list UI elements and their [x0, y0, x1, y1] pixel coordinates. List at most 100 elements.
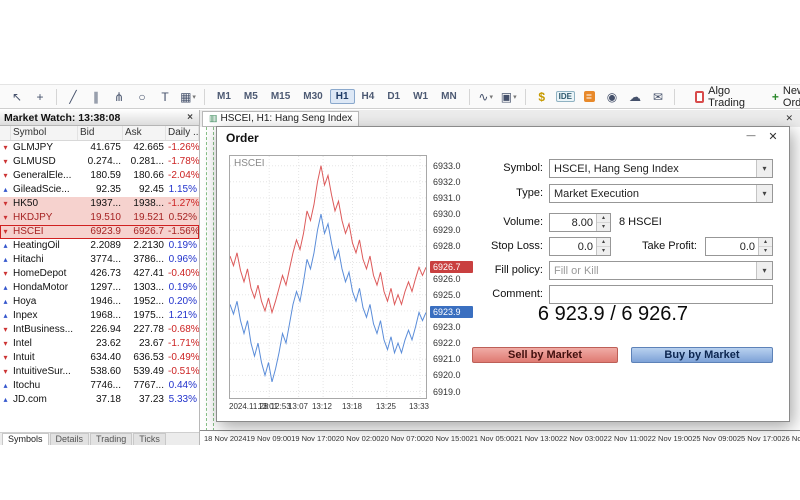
- market-watch-tab-details[interactable]: Details: [49, 433, 90, 445]
- bid-value: 1968...: [90, 310, 121, 321]
- bid-value: 226.94: [90, 324, 121, 335]
- column-header-ask[interactable]: Ask: [123, 126, 166, 140]
- indicators-icon[interactable]: ∿ ▾: [475, 87, 497, 107]
- market-watch-row-itochu[interactable]: ▴ Itochu 7746... 7767... 0.44%: [0, 379, 199, 393]
- market-watch-row-hkdjpy[interactable]: ▾ HKDJPY 19.510 19.521 0.52%: [0, 211, 199, 225]
- market-watch-row-hscei[interactable]: ▾ HSCEI 6923.9 6926.7 -1.56%: [0, 225, 199, 239]
- market-watch-row-hondamotor[interactable]: ▴ HondaMotor 1297... 1303... 0.19%: [0, 281, 199, 295]
- market-watch-row-intuit[interactable]: ▾ Intuit 634.40 636.53 -0.49%: [0, 351, 199, 365]
- market-watch-row-inpex[interactable]: ▴ Inpex 1968... 1975... 1.21%: [0, 309, 199, 323]
- shapes-icon[interactable]: ○: [131, 87, 153, 107]
- buy-by-market-button[interactable]: Buy by Market: [631, 347, 773, 363]
- objects-grid-icon[interactable]: ▦ ▾: [177, 87, 199, 107]
- comment-input[interactable]: [549, 285, 773, 304]
- spin-up-icon: ▴: [597, 214, 610, 223]
- market-watch-row-gileadscie[interactable]: ▴ GileadScie... 92.35 92.45 1.15%: [0, 183, 199, 197]
- symbol-name: Intel: [13, 338, 32, 349]
- sell-by-market-button[interactable]: Sell by Market: [472, 347, 618, 363]
- tick-up-icon: ▴: [3, 311, 8, 320]
- timeframe-m5[interactable]: M5: [238, 89, 264, 104]
- pitchfork-icon[interactable]: ⋔: [108, 87, 130, 107]
- fill-policy-select[interactable]: Fill or Kill ▾: [549, 261, 773, 280]
- close-icon[interactable]: ✕: [765, 130, 781, 143]
- take-profit-spinner[interactable]: ▴ ▾: [758, 238, 772, 255]
- tick-chart-symbol-label: HSCEI: [234, 158, 265, 169]
- new-order-button[interactable]: + New Order: [764, 82, 800, 112]
- market-watch-row-glmusd[interactable]: ▾ GLMUSD 0.274... 0.281... -1.78%: [0, 155, 199, 169]
- market-icon[interactable]: $: [531, 87, 553, 107]
- column-header-symbol[interactable]: Symbol: [11, 126, 78, 140]
- timeframe-m30[interactable]: M30: [297, 89, 328, 104]
- trendline-icon[interactable]: ╱: [62, 87, 84, 107]
- market-watch-row-heatingoil[interactable]: ▴ HeatingOil 2.2089 2.2130 0.19%: [0, 239, 199, 253]
- price-axis-label: 6919.0: [433, 387, 461, 397]
- timeframe-mn[interactable]: MN: [435, 89, 463, 104]
- ide-icon: IDE: [555, 91, 576, 102]
- tick-down-icon: ▾: [3, 143, 8, 152]
- chevron-down-icon[interactable]: ▾: [756, 160, 772, 177]
- close-icon[interactable]: ×: [185, 112, 195, 123]
- order-type-select[interactable]: Market Execution ▾: [549, 184, 773, 203]
- chevron-down-icon[interactable]: ▾: [756, 185, 772, 202]
- volume-spinner[interactable]: ▴ ▾: [596, 214, 610, 231]
- tick-time-label: 13:12: [311, 402, 333, 411]
- timeframe-m1[interactable]: M1: [211, 89, 237, 104]
- timeframe-h4[interactable]: H4: [356, 89, 381, 104]
- symbol-name: GLMUSD: [13, 156, 56, 167]
- timeframe-h1[interactable]: H1: [329, 89, 355, 104]
- market-watch-row-generalele[interactable]: ▾ GeneralEle... 180.59 180.66 -2.04%: [0, 169, 199, 183]
- algo-trading-toggle[interactable]: Algo Trading: [687, 82, 756, 112]
- volume-input[interactable]: 8.00 ▴ ▾: [549, 213, 611, 232]
- chevron-down-icon: ▾: [192, 93, 196, 101]
- column-header-daily[interactable]: Daily ...: [166, 126, 199, 140]
- timeframe-m15[interactable]: M15: [265, 89, 296, 104]
- take-profit-label: Take Profit:: [641, 240, 697, 252]
- market-watch-tab-ticks[interactable]: Ticks: [133, 433, 166, 445]
- market-watch-row-intuitivesur[interactable]: ▾ IntuitiveSur... 538.60 539.49 -0.51%: [0, 365, 199, 379]
- market-watch-row-jdcom[interactable]: ▴ JD.com 37.18 37.23 5.33%: [0, 393, 199, 407]
- market-watch-tab-trading[interactable]: Trading: [90, 433, 133, 445]
- cursor-icon[interactable]: ↖: [6, 87, 28, 107]
- market-watch-row-intbusiness[interactable]: ▾ IntBusiness... 226.94 227.78 -0.68%: [0, 323, 199, 337]
- time-axis-label: 19 Nov 09:00: [246, 433, 292, 443]
- market-watch-row-hk50[interactable]: ▾ HK50 1937... 1938... -1.27%: [0, 197, 199, 211]
- market-watch-tab-symbols[interactable]: Symbols: [2, 433, 49, 445]
- channel-icon[interactable]: ∥: [85, 87, 107, 107]
- time-axis-label: 18 Nov 2024: [204, 433, 247, 443]
- order-dialog-titlebar[interactable]: Order: [217, 127, 789, 149]
- symbol-select[interactable]: HSCEI, Hang Seng Index ▾: [549, 159, 773, 178]
- market-watch-row-homedepot[interactable]: ▾ HomeDepot 426.73 427.41 -0.40%: [0, 267, 199, 281]
- market-watch-row-hitachi[interactable]: ▴ Hitachi 3774... 3786... 0.96%: [0, 253, 199, 267]
- market-watch-row-glmjpy[interactable]: ▾ GLMJPY 41.675 42.665 -1.26%: [0, 141, 199, 155]
- chevron-down-icon[interactable]: ▾: [756, 262, 772, 279]
- vps-icon[interactable]: ☁: [624, 87, 646, 107]
- daily-change: -0.40%: [168, 268, 199, 279]
- ask-value: 2.2130: [133, 240, 164, 251]
- daily-change: -0.68%: [168, 324, 199, 335]
- column-header-bid[interactable]: Bid: [78, 126, 123, 140]
- ask-value: 19.521: [133, 212, 164, 223]
- chat-icon[interactable]: ✉: [647, 87, 669, 107]
- ide-icon[interactable]: IDE: [554, 87, 577, 107]
- chart-tab[interactable]: ▥ HSCEI, H1: Hang Seng Index: [202, 110, 360, 127]
- chart-windows-icon[interactable]: ▣ ▾: [498, 87, 520, 107]
- minimize-icon[interactable]: —: [743, 130, 759, 140]
- timeframe-w1[interactable]: W1: [407, 89, 434, 104]
- toolbar-separator: [524, 88, 526, 105]
- close-icon[interactable]: ✕: [785, 113, 793, 124]
- indicators-icon: ∿: [478, 89, 489, 104]
- symbol-name: HSCEI: [13, 226, 44, 237]
- timeframe-d1[interactable]: D1: [381, 89, 406, 104]
- calendar-icon[interactable]: ≣: [578, 87, 600, 107]
- signals-icon[interactable]: ◉: [601, 87, 623, 107]
- bid-value: 426.73: [90, 268, 121, 279]
- market-watch-row-hoya[interactable]: ▴ Hoya 1946... 1952... 0.20%: [0, 295, 199, 309]
- column-header-icon[interactable]: [0, 126, 11, 140]
- crosshair-icon[interactable]: +: [29, 87, 51, 107]
- take-profit-input[interactable]: 0.0 ▴ ▾: [705, 237, 773, 256]
- market-watch-row-intel[interactable]: ▾ Intel 23.62 23.67 -1.71%: [0, 337, 199, 351]
- ask-value: 37.23: [138, 394, 164, 405]
- symbol-name: IntuitiveSur...: [13, 366, 71, 377]
- tick-down-icon: ▾: [3, 227, 8, 236]
- text-icon[interactable]: T: [154, 87, 176, 107]
